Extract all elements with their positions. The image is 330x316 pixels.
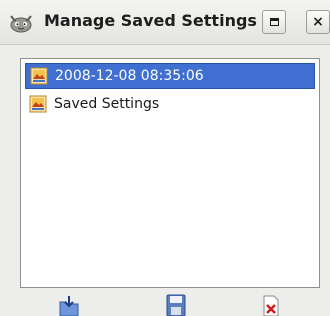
close-button[interactable]: × — [306, 10, 330, 34]
save-icon — [166, 294, 186, 316]
window-title: Manage Saved Settings — [44, 11, 257, 30]
maximize-icon — [269, 18, 279, 26]
bottom-toolbar — [0, 294, 330, 316]
import-icon — [59, 296, 79, 316]
manage-saved-settings-dialog: Manage Saved Settings × 2008-12-08 08:35… — [0, 0, 330, 316]
import-button[interactable] — [54, 294, 84, 316]
list-item[interactable]: Saved Settings — [25, 91, 315, 117]
list-item[interactable]: 2008-12-08 08:35:06 — [25, 63, 315, 89]
title-bar[interactable]: Manage Saved Settings × — [0, 0, 330, 45]
delete-button[interactable] — [256, 294, 286, 316]
list-item-label: Saved Settings — [54, 96, 160, 112]
delete-icon — [263, 295, 279, 316]
list-item-label: 2008-12-08 08:35:06 — [55, 68, 204, 84]
maximize-button[interactable] — [262, 10, 286, 34]
image-settings-icon — [30, 67, 48, 85]
gimp-icon — [10, 15, 32, 33]
saved-settings-list[interactable]: 2008-12-08 08:35:06 Saved Settings — [20, 58, 320, 288]
image-settings-icon — [29, 95, 47, 113]
export-button[interactable] — [161, 294, 191, 316]
